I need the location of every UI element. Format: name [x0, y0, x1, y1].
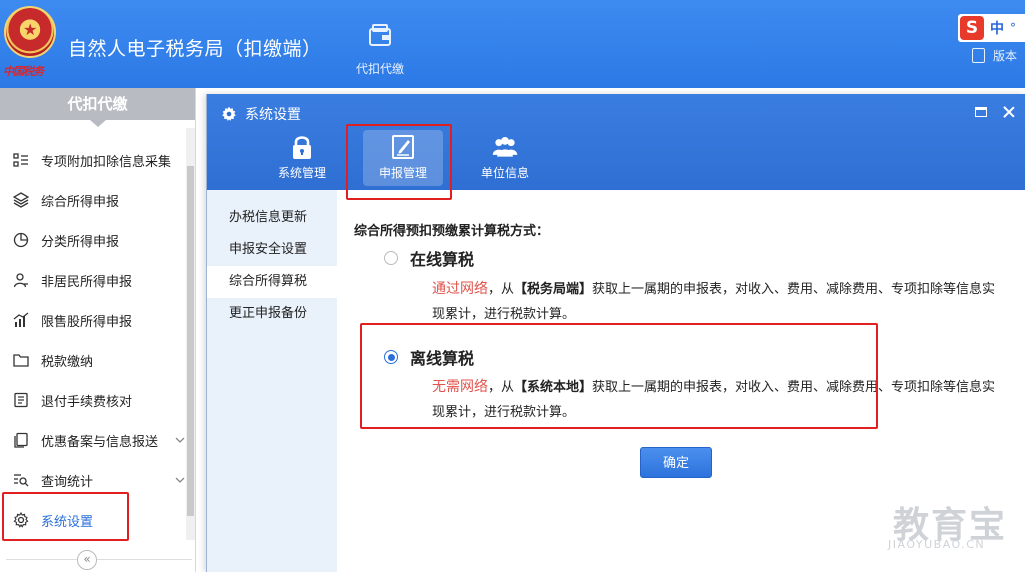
- ime-punct[interactable]: °: [1010, 21, 1016, 35]
- section-label: 综合所得预扣预缴累计算税方式：: [354, 224, 550, 239]
- version-link[interactable]: 版本: [972, 47, 1017, 64]
- maximize-icon[interactable]: [975, 107, 987, 117]
- menu-item-tax-info-update[interactable]: 办税信息更新: [207, 202, 337, 234]
- top-bar: 中国税务 自然人电子税务局（扣缴端） 代扣代缴 S 中 ° 版本: [0, 0, 1025, 88]
- tab-label: 系统管理: [277, 166, 326, 180]
- sidebar-item-refund-fee[interactable]: 退付手续费核对: [0, 380, 186, 420]
- tax-emblem-logo: [4, 6, 56, 58]
- file-copy-icon: [12, 431, 30, 449]
- menu-item-correction-backup[interactable]: 更正申报备份: [207, 298, 337, 330]
- confirm-button[interactable]: 确定: [640, 447, 712, 478]
- sidebar-item-label: 退付手续费核对: [41, 394, 133, 410]
- dialog-title-bar: 系统设置: [221, 104, 301, 124]
- emblem-text: 中国税务: [3, 65, 44, 78]
- menu-item-comprehensive-tax-calc[interactable]: 综合所得算税: [207, 266, 337, 298]
- ime-mode[interactable]: 中: [990, 18, 1004, 38]
- close-icon[interactable]: [1003, 106, 1015, 118]
- chevron-down-icon[interactable]: [174, 474, 186, 486]
- bar-chart-icon: [12, 311, 30, 329]
- sidebar-item-special-deduction[interactable]: 专项附加扣除信息采集: [0, 140, 186, 180]
- sidebar-item-label: 分类所得申报: [41, 234, 120, 250]
- sidebar-item-non-resident[interactable]: 非居民所得申报: [0, 260, 186, 300]
- option-name: 在线算税: [410, 250, 475, 269]
- sidebar-header: 代扣代缴: [0, 88, 195, 127]
- search-list-icon: [12, 471, 30, 489]
- wallet-icon: [369, 24, 391, 46]
- tab-system-management[interactable]: 系统管理: [262, 130, 342, 186]
- document-icon: [12, 391, 30, 409]
- lock-icon: [293, 136, 311, 159]
- person-icon: [12, 271, 30, 289]
- sidebar-item-label: 专项附加扣除信息采集: [41, 154, 172, 170]
- folder-icon: [12, 351, 30, 369]
- sogou-logo-icon: S: [960, 16, 984, 40]
- sidebar-menu: 专项附加扣除信息采集 综合所得申报 分类所得申报 非居民所得申报 限售股所得申报: [0, 140, 186, 540]
- users-icon: [492, 136, 518, 157]
- chevron-down-icon[interactable]: [174, 434, 186, 446]
- option-online-description: 通过网络，从【税务局端】获取上一属期的申报表，对收入、费用、减除费用、专项扣除等…: [432, 277, 1008, 327]
- sidebar-item-comprehensive-income[interactable]: 综合所得申报: [0, 180, 186, 220]
- watermark-url: JIAOYUBAO.CN: [888, 538, 986, 551]
- annotation-box: [2, 492, 129, 541]
- sidebar-item-tax-payment[interactable]: 税款缴纳: [0, 340, 186, 380]
- sidebar-item-label: 税款缴纳: [41, 354, 94, 370]
- tab-label: 单位信息: [480, 166, 529, 180]
- radio-online[interactable]: [384, 251, 398, 265]
- sidebar-item-label: 非居民所得申报: [41, 274, 133, 290]
- source-bracket: 【税务局端】: [514, 282, 593, 297]
- highlight-text: 通过网络: [432, 281, 488, 297]
- collapse-sidebar-button[interactable]: «: [77, 550, 97, 570]
- dialog-title: 系统设置: [245, 107, 301, 123]
- sidebar-item-label: 优惠备案与信息报送: [41, 434, 159, 450]
- app-title: 自然人电子税务局（扣缴端）: [68, 38, 322, 60]
- version-label: 版本: [993, 49, 1018, 63]
- pie-chart-icon: [12, 231, 30, 249]
- sidebar-item-restricted-stock[interactable]: 限售股所得申报: [0, 300, 186, 340]
- nav-tab-label: 代扣代缴: [355, 62, 404, 76]
- document-icon: [972, 48, 985, 63]
- desc-text: ，从: [488, 282, 515, 297]
- sidebar-item-label: 综合所得申报: [41, 194, 120, 210]
- sidebar-item-label: 查询统计: [41, 474, 94, 490]
- gear-icon: [222, 106, 236, 121]
- window-controls: [975, 106, 1015, 118]
- sidebar-item-classified-income[interactable]: 分类所得申报: [0, 220, 186, 260]
- dialog-left-menu: 办税信息更新 申报安全设置 综合所得算税 更正申报备份: [207, 190, 337, 572]
- annotation-box: [360, 323, 878, 429]
- annotation-box: [346, 124, 452, 200]
- menu-item-declaration-security[interactable]: 申报安全设置: [207, 234, 337, 266]
- ime-toolbar[interactable]: S 中 °: [958, 14, 1025, 42]
- sidebar-item-label: 限售股所得申报: [41, 314, 133, 330]
- divider: [6, 559, 192, 560]
- layers-icon: [12, 191, 30, 209]
- list-icon: [12, 151, 30, 169]
- tab-unit-info[interactable]: 单位信息: [465, 130, 545, 186]
- sidebar-item-preferential-filing[interactable]: 优惠备案与信息报送: [0, 420, 186, 460]
- dialog-header: 系统设置 系统管理 申报管理 单位信息: [207, 94, 1025, 190]
- nav-tab-withholding[interactable]: 代扣代缴: [348, 22, 412, 82]
- scrollbar-thumb[interactable]: [187, 166, 194, 516]
- sidebar-scrollbar[interactable]: [186, 128, 195, 540]
